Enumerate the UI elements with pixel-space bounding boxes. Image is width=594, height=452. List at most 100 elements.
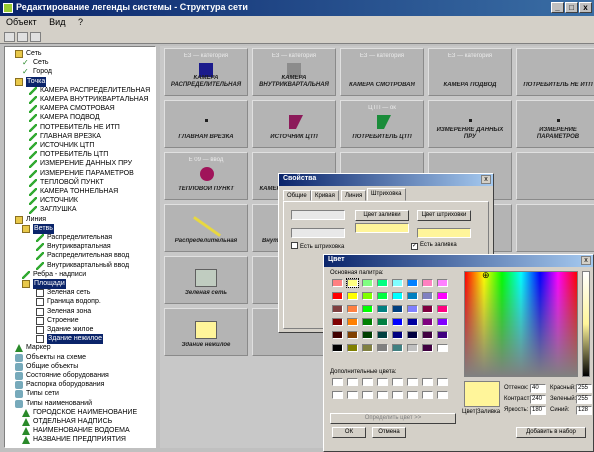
tab-line[interactable]: Линия (341, 190, 367, 201)
legend-symbol-cell[interactable] (516, 152, 594, 200)
menu-object[interactable]: Объект (6, 17, 37, 27)
custom-color-swatch[interactable] (377, 391, 388, 399)
basic-color-swatch[interactable] (437, 318, 448, 326)
define-color-button[interactable]: Определить цвет >> (330, 413, 456, 424)
basic-color-swatch[interactable] (407, 344, 418, 352)
crosshair-icon[interactable]: ⊕ (482, 271, 490, 280)
basic-color-swatch[interactable] (392, 305, 403, 313)
legend-symbol-cell[interactable]: Распределительная (164, 204, 248, 252)
basic-color-swatch[interactable] (332, 331, 343, 339)
custom-color-swatch[interactable] (332, 378, 343, 386)
basic-color-swatch[interactable] (392, 331, 403, 339)
basic-color-swatch[interactable] (347, 292, 358, 300)
line-style-field[interactable] (291, 228, 345, 238)
legend-symbol-cell[interactable]: ЕЗ — категория КАМЕРА ПОДВОД (428, 48, 512, 96)
has-hatch-checkbox[interactable]: Есть штриховка (291, 242, 344, 250)
basic-color-swatch[interactable] (347, 331, 358, 339)
basic-color-swatch[interactable] (362, 318, 373, 326)
properties-close-button[interactable]: x (481, 175, 491, 184)
basic-color-swatch[interactable] (377, 331, 388, 339)
basic-color-swatch[interactable] (332, 305, 343, 313)
legend-tree[interactable]: Сеть ✓ Сеть ✓ Город Точка КАМЕРА РАСПРЕДЕЛИТЕЛ… (4, 46, 156, 448)
basic-color-swatch[interactable] (362, 331, 373, 339)
color-spectrum[interactable] (464, 271, 578, 377)
has-fill-checkbox[interactable]: ✓ Есть заливка (411, 242, 457, 250)
basic-color-swatch[interactable] (362, 344, 373, 352)
hatch-color-button[interactable]: Цвет штриховки (417, 210, 471, 221)
basic-color-swatch[interactable] (346, 278, 359, 288)
basic-color-swatch[interactable] (437, 305, 448, 313)
basic-color-swatch[interactable] (332, 279, 343, 287)
legend-symbol-cell[interactable]: Е 09 — ввод ТЕПЛОВОЙ ПУНКТ (164, 152, 248, 200)
basic-color-swatch[interactable] (422, 331, 433, 339)
fill-color-label-button[interactable]: Цвет заливки (355, 210, 409, 221)
basic-color-swatch[interactable] (377, 344, 388, 352)
basic-color-swatch[interactable] (422, 292, 433, 300)
basic-color-swatch[interactable] (362, 292, 373, 300)
basic-color-swatch[interactable] (347, 305, 358, 313)
basic-color-swatch[interactable] (407, 305, 418, 313)
legend-symbol-cell[interactable] (516, 204, 594, 252)
basic-color-swatch[interactable] (362, 305, 373, 313)
basic-color-swatch[interactable] (332, 292, 343, 300)
custom-color-swatch[interactable] (437, 378, 448, 386)
add-to-custom-button[interactable]: Добавить в набор (516, 427, 586, 438)
legend-symbol-cell[interactable]: ПОТРЕБИТЕЛЬ НЕ ИТП (516, 48, 594, 96)
basic-color-swatch[interactable] (362, 279, 373, 287)
cancel-button[interactable]: Отмена (372, 427, 406, 438)
toolbar-open-button[interactable] (17, 32, 28, 42)
custom-color-swatch[interactable] (392, 378, 403, 386)
tree-item[interactable]: НАЗВАНИЕ ПРЕДПРИЯТИЯ (22, 435, 126, 445)
basic-color-swatch[interactable] (332, 344, 343, 352)
custom-color-swatch[interactable] (332, 391, 343, 399)
basic-color-swatch[interactable] (377, 292, 388, 300)
close-button[interactable]: x (579, 2, 592, 13)
basic-color-swatch[interactable] (377, 305, 388, 313)
legend-symbol-cell[interactable]: ЕЗ — категория КАМЕРА СМОТРОВАЯ (340, 48, 424, 96)
legend-symbol-cell[interactable]: ЕЗ — категория КАМЕРА РАСПРЕДЕЛИТЕЛЬНАЯ (164, 48, 248, 96)
basic-color-swatch[interactable] (437, 279, 448, 287)
basic-color-swatch[interactable] (347, 318, 358, 326)
color-value-input[interactable]: 240 (530, 395, 546, 404)
custom-color-swatch[interactable] (362, 391, 373, 399)
maximize-button[interactable]: □ (565, 2, 578, 13)
color-dialog-close-button[interactable]: x (581, 256, 591, 265)
basic-color-swatch[interactable] (392, 279, 403, 287)
tab-general[interactable]: Общие (283, 190, 311, 201)
legend-symbol-cell[interactable]: ЦТП — ок ПОТРЕБИТЕЛЬ ЦТП (340, 100, 424, 148)
legend-symbol-cell[interactable]: Зеленая сеть (164, 256, 248, 304)
menu-view[interactable]: Вид (49, 17, 65, 27)
ok-button[interactable]: ОК (332, 427, 366, 438)
color-value-input[interactable]: 180 (530, 406, 546, 415)
color-value-input[interactable]: 255 (576, 384, 592, 393)
custom-color-swatch[interactable] (422, 378, 433, 386)
tab-curve[interactable]: Кривая (311, 190, 339, 201)
custom-color-swatch[interactable] (437, 391, 448, 399)
color-value-input[interactable]: 40 (530, 384, 546, 393)
legend-symbol-cell[interactable]: ИСТОЧНИК ЦТП (252, 100, 336, 148)
color-value-input[interactable]: 255 (576, 395, 592, 404)
legend-symbol-cell[interactable]: Здание нежилое (164, 308, 248, 356)
custom-color-swatch[interactable] (422, 391, 433, 399)
legend-symbol-cell[interactable]: ГЛАВНАЯ ВРЕЗКА (164, 100, 248, 148)
custom-color-swatch[interactable] (407, 378, 418, 386)
luminance-slider[interactable] (582, 271, 590, 377)
basic-color-swatch[interactable] (392, 344, 403, 352)
basic-color-swatch[interactable] (392, 318, 403, 326)
tab-hatch[interactable]: Штриховка (367, 188, 406, 201)
minimize-button[interactable]: _ (551, 2, 564, 13)
basic-color-swatch[interactable] (407, 331, 418, 339)
basic-color-swatch[interactable] (437, 344, 448, 352)
basic-color-swatch[interactable] (422, 279, 433, 287)
toolbar-save-button[interactable] (30, 32, 41, 42)
basic-color-swatch[interactable] (332, 318, 343, 326)
legend-symbol-cell[interactable]: ЕЗ — категория КАМЕРА ВНУТРИКВАРТАЛЬНАЯ (252, 48, 336, 96)
basic-color-swatch[interactable] (377, 318, 388, 326)
basic-color-swatch[interactable] (422, 318, 433, 326)
custom-color-swatch[interactable] (392, 391, 403, 399)
basic-color-swatch[interactable] (437, 292, 448, 300)
color-value-input[interactable]: 128 (576, 406, 592, 415)
basic-color-swatch[interactable] (422, 344, 433, 352)
basic-color-swatch[interactable] (407, 292, 418, 300)
basic-color-swatch[interactable] (407, 279, 418, 287)
